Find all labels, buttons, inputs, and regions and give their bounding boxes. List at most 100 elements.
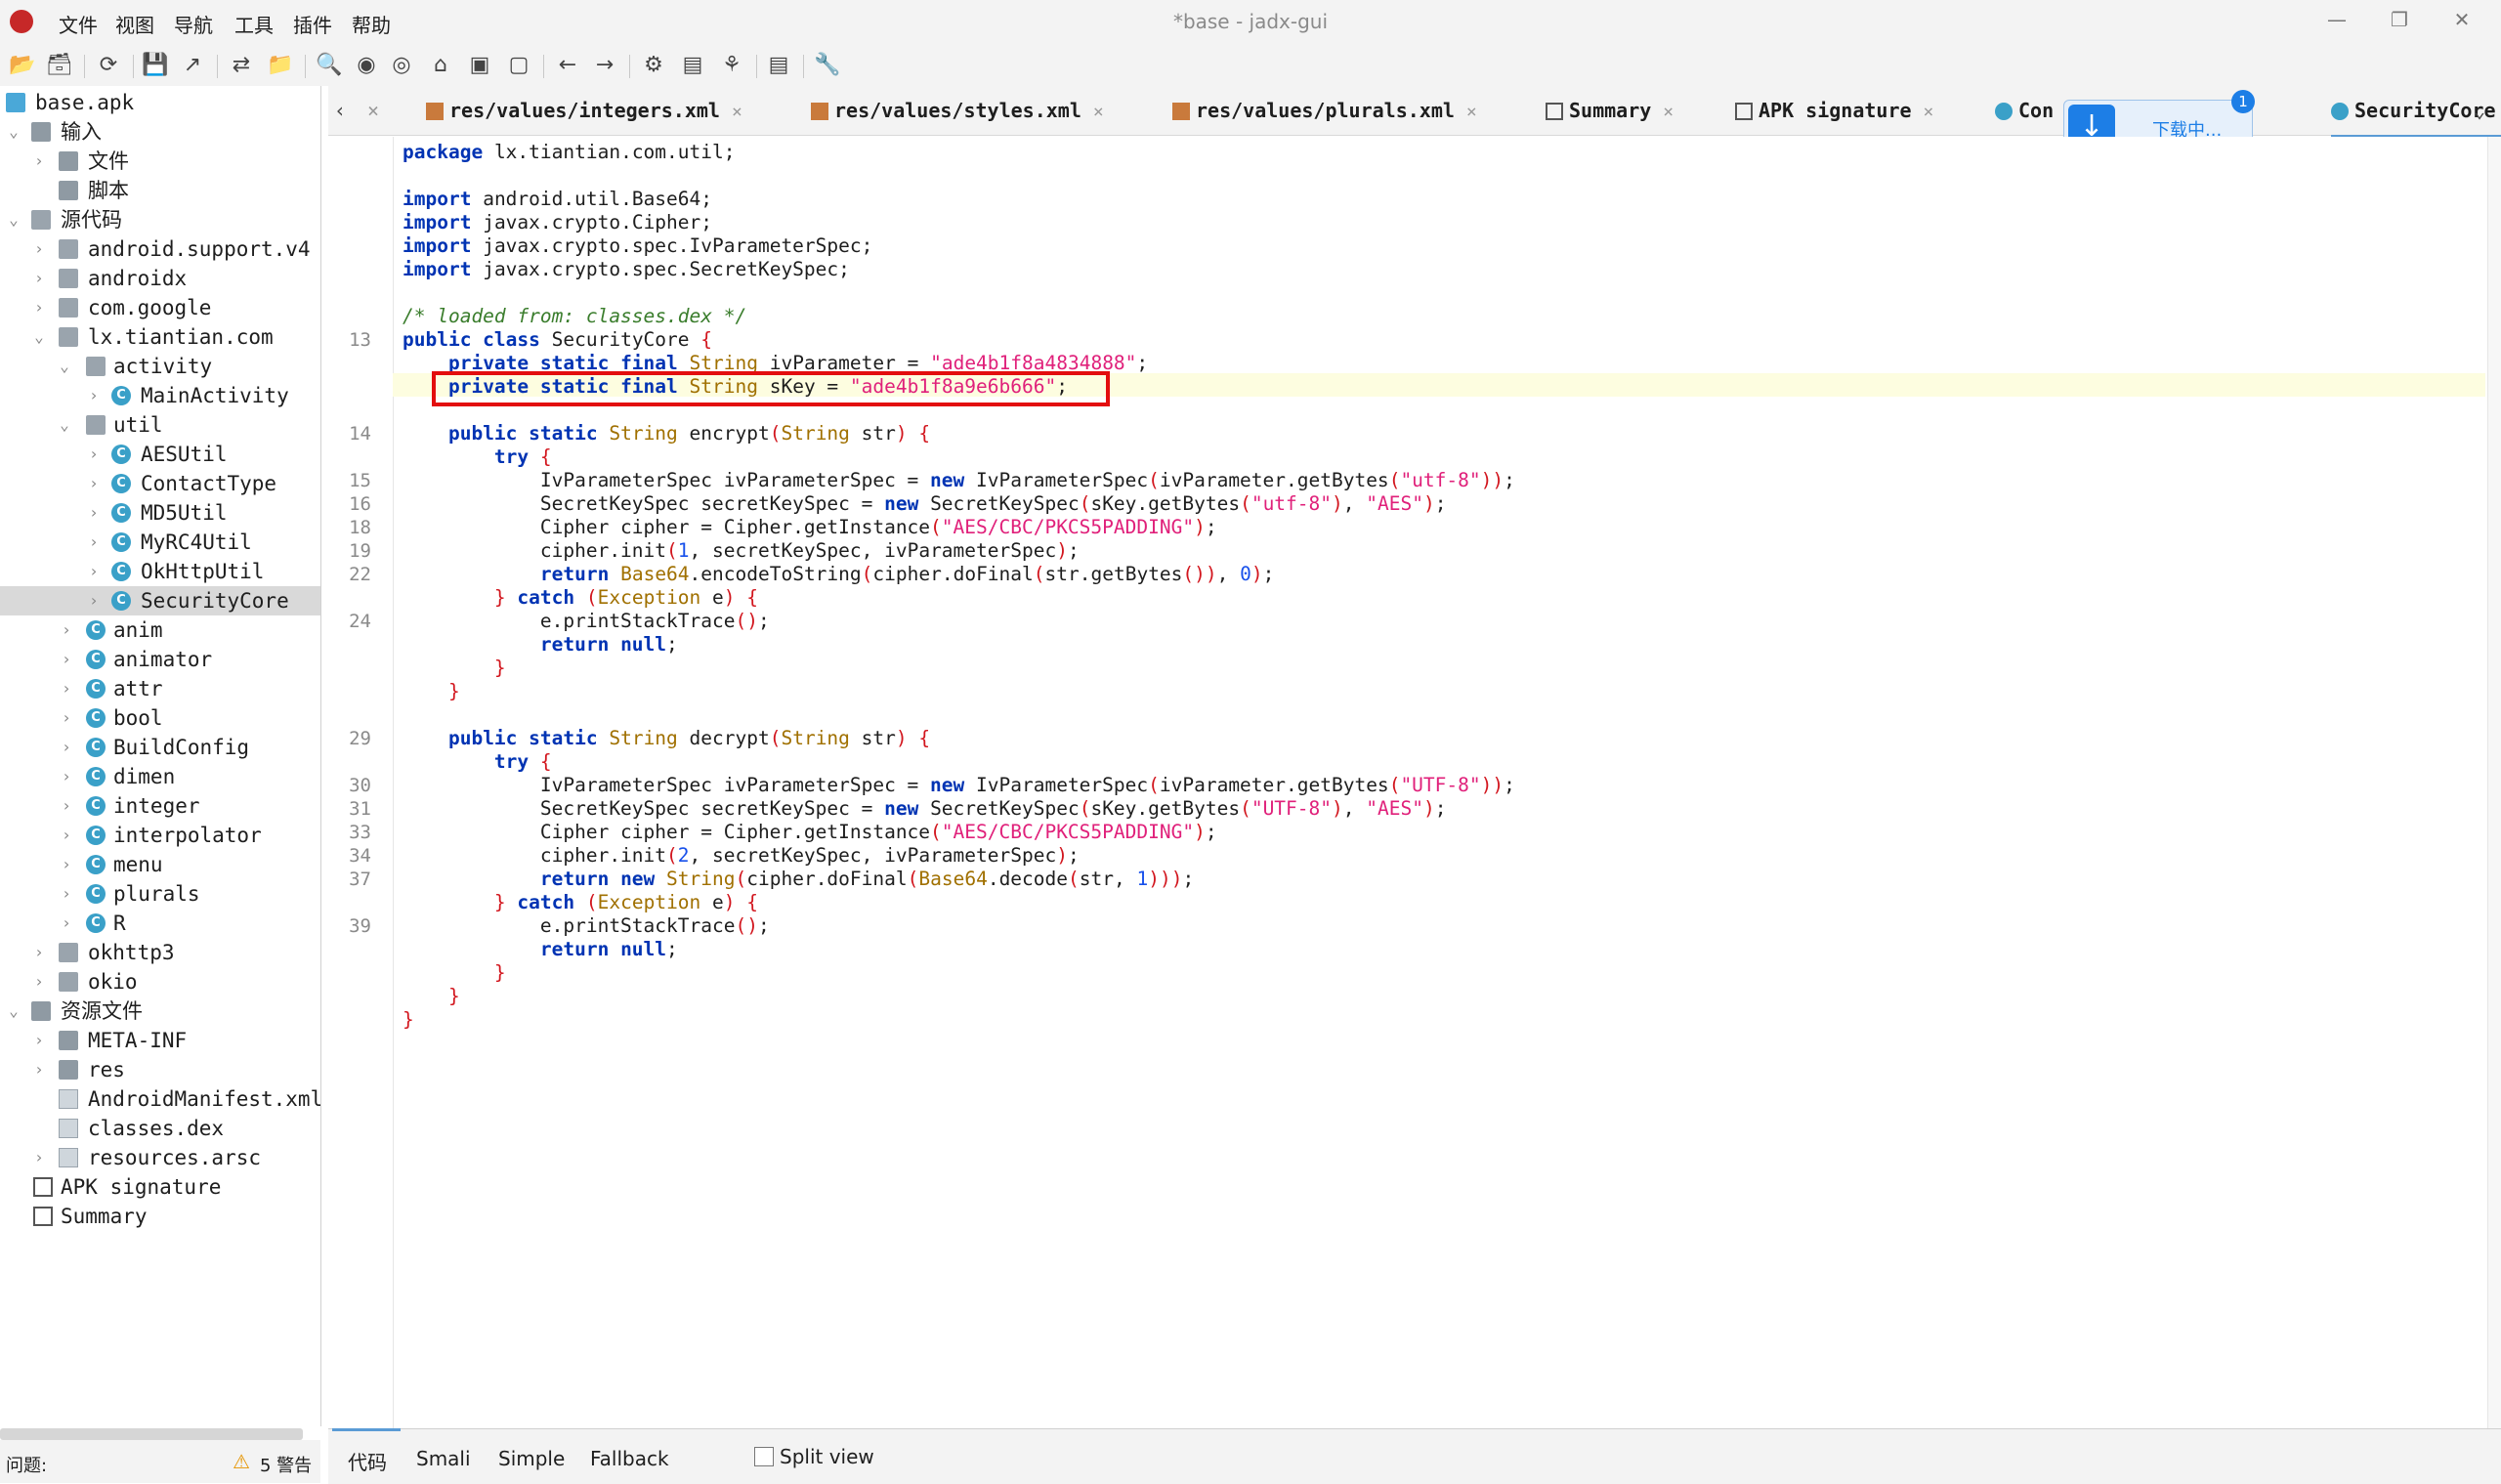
- tree-item-android-manifest[interactable]: AndroidManifest.xml: [0, 1084, 320, 1114]
- chevron-right-icon[interactable]: ›: [59, 909, 74, 938]
- chevron-right-icon[interactable]: ›: [31, 967, 47, 996]
- sync-icon[interactable]: ⇄: [227, 51, 256, 80]
- tree-item-activity[interactable]: ⌄ activity: [0, 352, 320, 381]
- chevron-right-icon[interactable]: ›: [59, 821, 74, 850]
- tree-item-okio[interactable]: › okio: [0, 967, 320, 996]
- tree-horizontal-scrollbar[interactable]: [0, 1428, 303, 1440]
- tree-item-scripts[interactable]: 脚本: [0, 176, 320, 205]
- chevron-right-icon[interactable]: ›: [59, 703, 74, 733]
- tab-fallback[interactable]: Fallback: [590, 1447, 669, 1470]
- close-button[interactable]: ✕: [2442, 8, 2481, 37]
- chevron-down-icon[interactable]: ⌄: [6, 996, 21, 1026]
- tree-item-base-apk[interactable]: base.apk: [0, 88, 320, 117]
- chevron-right-icon[interactable]: ›: [59, 674, 74, 703]
- tree-item-resources-arsc[interactable]: › resources.arsc: [0, 1143, 320, 1172]
- tree-item-res[interactable]: › res: [0, 1055, 320, 1084]
- chevron-right-icon[interactable]: ›: [59, 762, 74, 791]
- tree-item-securitycore[interactable]: › C SecurityCore: [0, 586, 320, 615]
- tree-item-util[interactable]: ⌄ util: [0, 410, 320, 440]
- chevron-right-icon[interactable]: ›: [59, 791, 74, 821]
- tree-item-interpolator[interactable]: › C interpolator: [0, 821, 320, 850]
- chevron-right-icon[interactable]: ›: [31, 938, 47, 967]
- menu-tools[interactable]: 工具: [234, 10, 274, 38]
- deobfuscation-icon[interactable]: ▤: [678, 51, 707, 80]
- chevron-right-icon[interactable]: ›: [59, 733, 74, 762]
- close-icon[interactable]: ×: [1663, 102, 1674, 122]
- tree-item-aesutil[interactable]: › C AESUtil: [0, 440, 320, 469]
- find-usage-icon[interactable]: ◎: [387, 51, 416, 80]
- home-icon[interactable]: ⌂: [426, 51, 455, 80]
- chevron-right-icon[interactable]: ›: [59, 850, 74, 879]
- project-tree[interactable]: base.apk ⌄ 输入 › 文件 脚本 ⌄ 源代码 › android.su…: [0, 86, 321, 1426]
- chevron-right-icon[interactable]: ›: [86, 469, 102, 498]
- debug-icon[interactable]: ⚘: [717, 51, 746, 80]
- minimize-button[interactable]: —: [2317, 8, 2356, 37]
- tree-item-lx-tiantian[interactable]: ⌄ lx.tiantian.com: [0, 322, 320, 352]
- tree-item-com-google[interactable]: › com.google: [0, 293, 320, 322]
- chevron-right-icon[interactable]: ›: [86, 381, 102, 410]
- chevron-down-icon[interactable]: ⌄: [57, 352, 72, 381]
- chevron-right-icon[interactable]: ›: [31, 147, 47, 176]
- tree-item-source-code[interactable]: ⌄ 源代码: [0, 205, 320, 234]
- chevron-right-icon[interactable]: ›: [86, 586, 102, 615]
- chevron-right-icon[interactable]: ›: [31, 1143, 47, 1172]
- tab-summary[interactable]: Summary ×: [1546, 86, 1674, 135]
- log-icon[interactable]: ▤: [764, 51, 793, 80]
- split-view-checkbox[interactable]: [754, 1447, 774, 1466]
- find-class-icon[interactable]: ◉: [352, 51, 381, 80]
- close-icon[interactable]: ×: [1093, 102, 1104, 122]
- tree-item-dimen[interactable]: › C dimen: [0, 762, 320, 791]
- close-icon[interactable]: ×: [1466, 102, 1477, 122]
- tree-item-animator[interactable]: › C animator: [0, 645, 320, 674]
- chevron-right-icon[interactable]: ›: [31, 1055, 47, 1084]
- tree-item-anim[interactable]: › C anim: [0, 615, 320, 645]
- tree-item-myrc4util[interactable]: › C MyRC4Util: [0, 528, 320, 557]
- tree-item-files[interactable]: › 文件: [0, 147, 320, 176]
- menu-view[interactable]: 视图: [115, 10, 154, 38]
- tree-item-okhttp3[interactable]: › okhttp3: [0, 938, 320, 967]
- tree-item-classes-dex[interactable]: classes.dex: [0, 1114, 320, 1143]
- tree-item-integer[interactable]: › C integer: [0, 791, 320, 821]
- close-icon[interactable]: ×: [732, 102, 742, 122]
- tree-item-plurals[interactable]: › C plurals: [0, 879, 320, 909]
- tabs-scroll-left[interactable]: ‹: [334, 86, 346, 135]
- chevron-down-icon[interactable]: ⌄: [2474, 86, 2485, 135]
- tab-simple[interactable]: Simple: [498, 1447, 565, 1470]
- export-icon[interactable]: ↗: [178, 51, 207, 80]
- chevron-down-icon[interactable]: ⌄: [31, 322, 47, 352]
- save-icon[interactable]: 💾: [141, 51, 170, 80]
- chevron-right-icon[interactable]: ›: [59, 645, 74, 674]
- maximize-button[interactable]: ❐: [2380, 8, 2419, 37]
- tree-item-menu[interactable]: › C menu: [0, 850, 320, 879]
- tree-item-bool[interactable]: › C bool: [0, 703, 320, 733]
- close-icon[interactable]: ×: [367, 86, 379, 135]
- chevron-down-icon[interactable]: ⌄: [6, 205, 21, 234]
- tree-item-buildconfig[interactable]: › C BuildConfig: [0, 733, 320, 762]
- chevron-right-icon[interactable]: ›: [86, 528, 102, 557]
- add-files-icon[interactable]: 🗃: [45, 51, 74, 80]
- tab-code[interactable]: 代码: [348, 1447, 387, 1475]
- tree-item-r[interactable]: › C R: [0, 909, 320, 938]
- chevron-down-icon[interactable]: ⌄: [57, 410, 72, 440]
- menu-help[interactable]: 帮助: [352, 10, 391, 38]
- decompile-icon[interactable]: ▣: [465, 51, 494, 80]
- chevron-right-icon[interactable]: ›: [31, 293, 47, 322]
- forward-icon[interactable]: →: [590, 51, 619, 80]
- tree-item-attr[interactable]: › C attr: [0, 674, 320, 703]
- tree-item-summary[interactable]: Summary: [0, 1202, 320, 1231]
- menu-plugins[interactable]: 插件: [293, 10, 332, 38]
- editor-vertical-scrollbar[interactable]: [2487, 137, 2501, 1428]
- chevron-right-icon[interactable]: ›: [86, 557, 102, 586]
- search-icon[interactable]: 🔍: [315, 51, 344, 80]
- warnings-count[interactable]: 5 警告: [260, 1452, 312, 1477]
- back-icon[interactable]: ←: [553, 51, 582, 80]
- tree-item-main-activity[interactable]: › C MainActivity: [0, 381, 320, 410]
- tab-styles-xml[interactable]: res/values/styles.xml ×: [811, 86, 1104, 135]
- chevron-right-icon[interactable]: ›: [86, 440, 102, 469]
- tree-item-md5util[interactable]: › C MD5Util: [0, 498, 320, 528]
- menu-file[interactable]: 文件: [59, 10, 98, 38]
- chevron-right-icon[interactable]: ›: [31, 234, 47, 264]
- chevron-right-icon[interactable]: ›: [59, 615, 74, 645]
- chevron-down-icon[interactable]: ⌄: [6, 117, 21, 147]
- chevron-right-icon[interactable]: ›: [31, 264, 47, 293]
